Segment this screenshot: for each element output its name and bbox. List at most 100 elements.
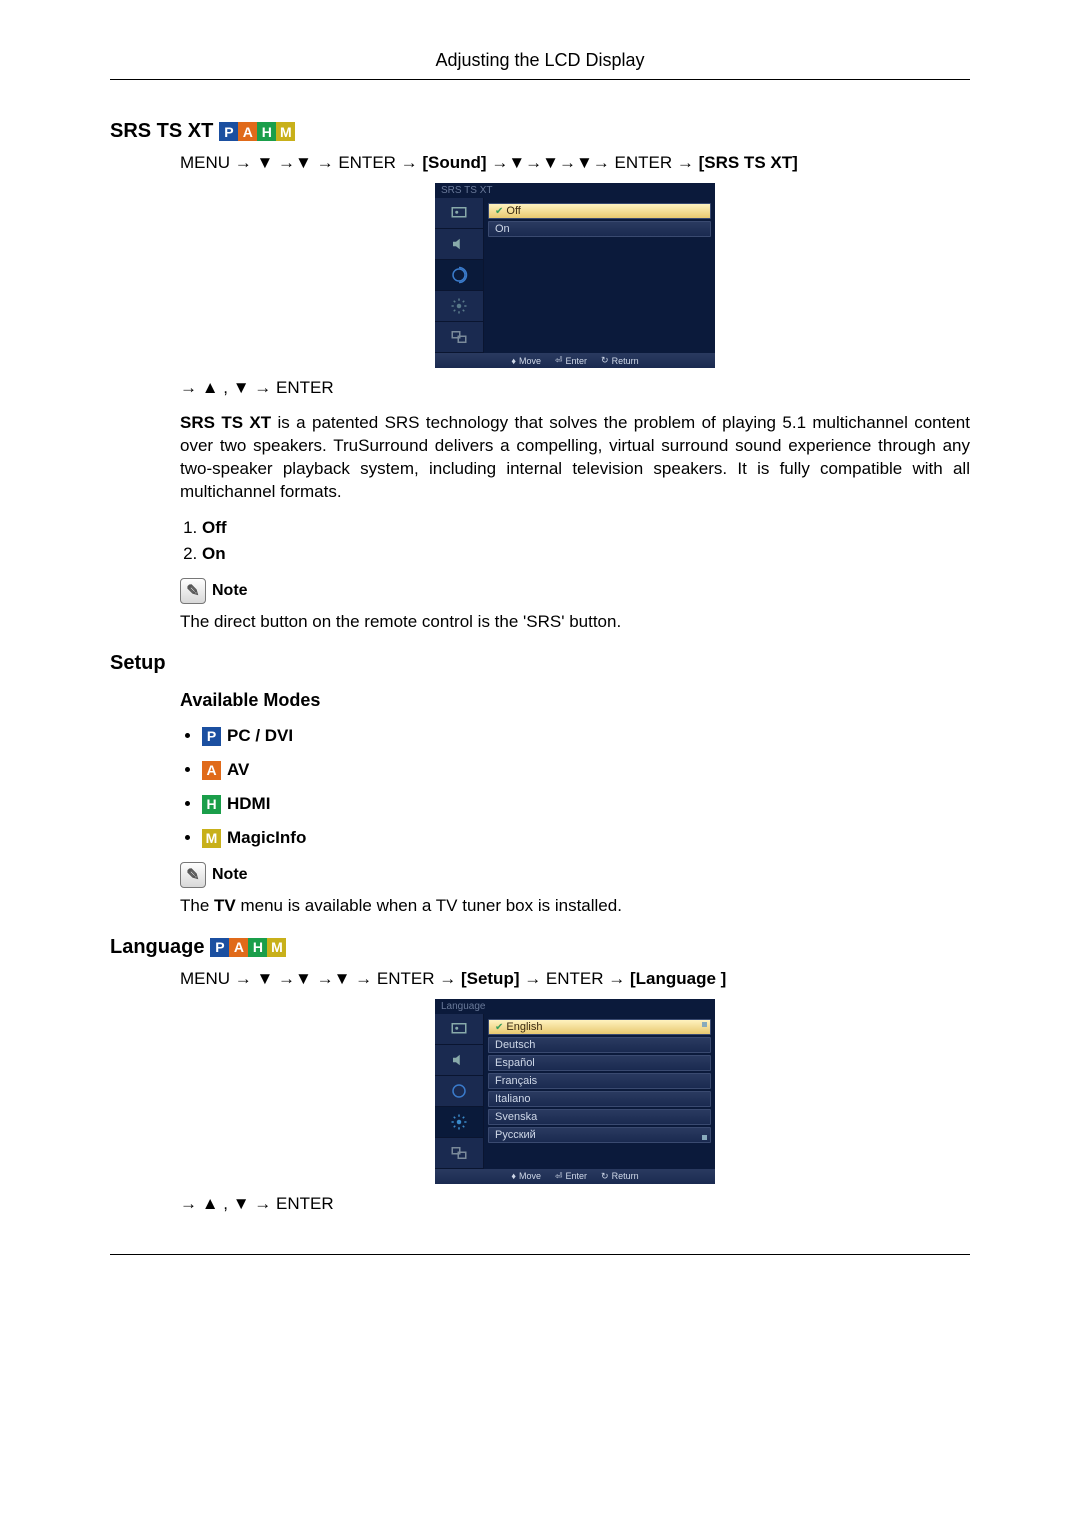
page-header: Adjusting the LCD Display [110, 50, 970, 71]
osd-tab-gear-icon [435, 291, 483, 322]
osd-option-deutsch: Deutsch [488, 1037, 711, 1053]
check-icon: ✔ [495, 1022, 503, 1033]
mode-item-magicinfo: M MagicInfo [202, 828, 970, 848]
nav-bold: [Sound] [422, 153, 486, 172]
osd-title: SRS TS XT [435, 183, 715, 198]
osd-footer-enter: ⏎ Enter [555, 355, 587, 366]
osd-option-russian: Русский [488, 1127, 711, 1143]
heading-text: Setup [110, 652, 166, 675]
osd-option-label: Italiano [495, 1093, 530, 1105]
nav-text: MENU → ▼ →▼ → ENTER → [180, 153, 422, 172]
note-text: The direct button on the remote control … [180, 612, 970, 632]
note-icon: ✎ [180, 862, 206, 888]
heading-language: Language P A H M [110, 936, 970, 959]
badge-hdmi-icon: H [202, 795, 221, 814]
badge-hdmi-icon: H [248, 938, 267, 957]
badge-av-icon: A [238, 122, 257, 141]
note-label: Note [212, 582, 248, 600]
note-heading: ✎ Note [180, 578, 970, 604]
osd-tab-globe-icon [435, 1076, 483, 1107]
note-icon: ✎ [180, 578, 206, 604]
osd-option-espanol: Español [488, 1055, 711, 1071]
modes-list: P PC / DVI AAV H HDMI M MagicInfo [180, 726, 970, 848]
osd-tab-multi-icon [435, 1138, 483, 1169]
osd-tab-setup-icon [435, 260, 483, 291]
osd-screenshot-srs: SRS TS XT ✔Off On ♦ Move ⏎ Enter ↻ Retur… [435, 183, 715, 368]
osd-menu: ✔English Deutsch Español Français Italia… [484, 1014, 715, 1169]
nav-text: MENU → ▼ →▼ →▼ → ENTER → [180, 969, 461, 988]
mode-item-pc: P PC / DVI [202, 726, 970, 746]
osd-option-francais: Français [488, 1073, 711, 1089]
osd-sidebar [435, 1014, 484, 1169]
osd-option-label: English [506, 1021, 542, 1033]
badge-hdmi-icon: H [257, 122, 276, 141]
subheading-available-modes: Available Modes [180, 690, 970, 711]
heading-text: Language [110, 936, 204, 959]
nav-text: →▼→▼→▼→ ENTER → [487, 153, 699, 172]
osd-option-svenska: Svenska [488, 1109, 711, 1125]
desc-text: is a patented SRS technology that solves… [180, 413, 970, 501]
mode-item-hdmi: H HDMI [202, 794, 970, 814]
nav-bold: [Language ] [630, 969, 726, 988]
nav-path-enter: → ▲ , ▼ → ENTER [180, 378, 970, 398]
osd-option-label: Deutsch [495, 1039, 535, 1051]
badge-av-icon: A [202, 761, 221, 780]
osd-option-label: Français [495, 1075, 537, 1087]
srs-description: SRS TS XT is a patented SRS technology t… [180, 412, 970, 504]
badge-magicinfo-icon: M [276, 122, 295, 141]
nav-path-language: MENU → ▼ →▼ →▼ → ENTER → [Setup] → ENTER… [180, 969, 970, 989]
osd-tab-gear-icon [435, 1107, 483, 1138]
osd-sidebar [435, 198, 484, 353]
osd-tab-sound-icon [435, 1045, 483, 1076]
osd-tab-picture-icon [435, 198, 483, 229]
osd-footer-enter: ⏎ Enter [555, 1171, 587, 1182]
note-label: Note [212, 866, 248, 884]
badge-pc-icon: P [202, 727, 221, 746]
osd-option-label: Русский [495, 1129, 536, 1141]
osd-title: Language [435, 999, 715, 1014]
osd-option-on: On [488, 221, 711, 237]
nav-bold: [Setup] [461, 969, 520, 988]
desc-bold: SRS TS XT [180, 413, 271, 432]
osd-footer-move: ♦ Move [511, 355, 541, 366]
badge-magicinfo-icon: M [202, 829, 221, 848]
header-rule [110, 79, 970, 80]
osd-option-italiano: Italiano [488, 1091, 711, 1107]
osd-option-label: On [495, 223, 510, 235]
scroll-down-icon [702, 1135, 707, 1140]
option-off: Off [202, 518, 970, 538]
osd-option-english: ✔English [488, 1019, 711, 1035]
osd-option-label: Svenska [495, 1111, 537, 1123]
check-icon: ✔ [495, 206, 503, 217]
option-on: On [202, 544, 970, 564]
mode-item-av: AAV [202, 760, 970, 780]
badge-pc-icon: P [210, 938, 229, 957]
osd-tab-sound-icon [435, 229, 483, 260]
source-badges: P A H M [210, 938, 286, 957]
osd-footer-return: ↻ Return [601, 1171, 639, 1182]
osd-tab-multi-icon [435, 322, 483, 353]
heading-setup: Setup [110, 652, 970, 675]
mode-label: MagicInfo [227, 828, 306, 847]
option-list: Off On [180, 518, 970, 564]
heading-srs-ts-xt: SRS TS XT P A H M [110, 120, 970, 143]
badge-magicinfo-icon: M [267, 938, 286, 957]
osd-tab-picture-icon [435, 1014, 483, 1045]
osd-option-off: ✔Off [488, 203, 711, 219]
osd-menu: ✔Off On [484, 198, 715, 353]
badge-av-icon: A [229, 938, 248, 957]
nav-text: → ENTER → [519, 969, 630, 988]
osd-screenshot-language: Language ✔English Deutsch Español França… [435, 999, 715, 1184]
nav-path-srs: MENU → ▼ →▼ → ENTER → [Sound] →▼→▼→▼→ EN… [180, 153, 970, 173]
source-badges: P A H M [219, 122, 295, 141]
note-heading: ✎ Note [180, 862, 970, 888]
osd-footer: ♦ Move ⏎ Enter ↻ Return [435, 1169, 715, 1184]
osd-footer-return: ↻ Return [601, 355, 639, 366]
osd-option-label: Español [495, 1057, 535, 1069]
note-text-tv: The TV menu is available when a TV tuner… [180, 896, 970, 916]
heading-text: SRS TS XT [110, 120, 213, 143]
mode-label: HDMI [227, 794, 270, 813]
osd-footer-move: ♦ Move [511, 1171, 541, 1182]
badge-pc-icon: P [219, 122, 238, 141]
mode-label: PC / DVI [227, 726, 293, 745]
